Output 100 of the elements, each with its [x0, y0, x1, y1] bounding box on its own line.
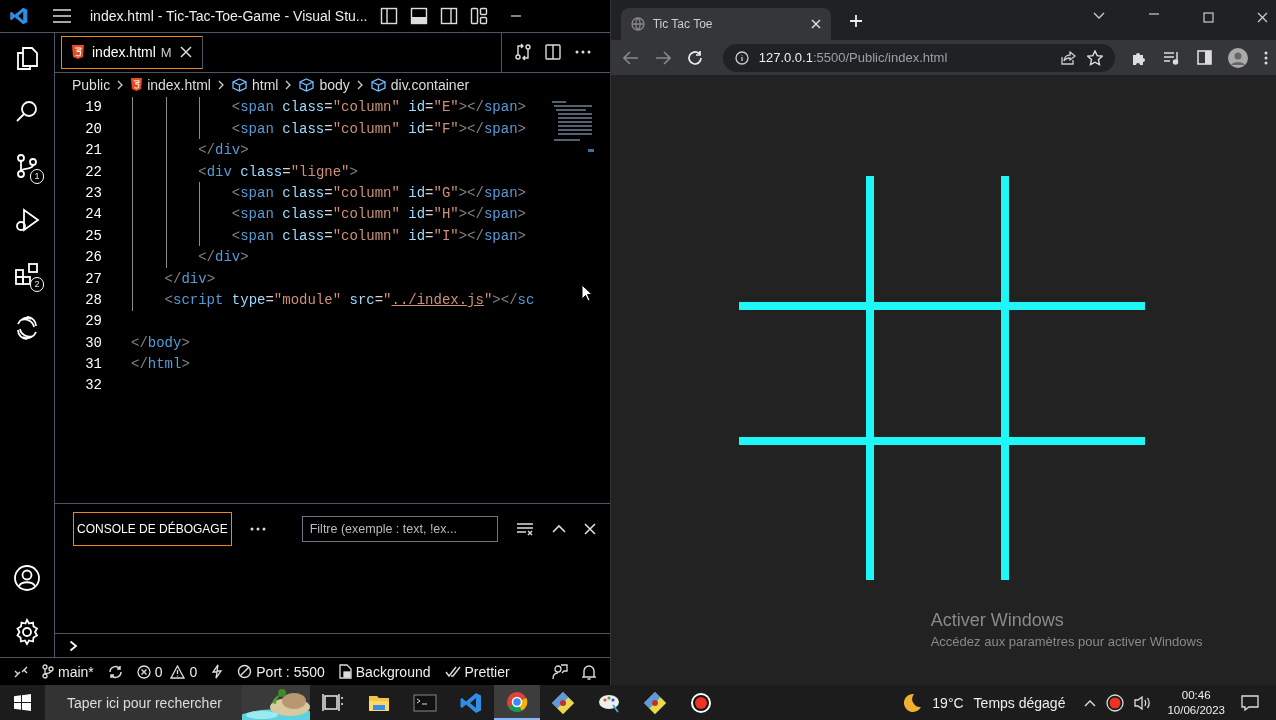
line-number: 23 — [84, 184, 102, 201]
blocks-icon[interactable] — [13, 260, 41, 288]
chrome-taskbar-button[interactable] — [494, 685, 540, 720]
side-panel-icon[interactable] — [1196, 50, 1212, 65]
breadcrumb-item[interactable]: index.html — [147, 76, 211, 93]
more-icon[interactable] — [249, 526, 266, 531]
blocked-icon — [237, 664, 253, 679]
minimize-icon[interactable] — [1147, 12, 1160, 16]
maximize-icon[interactable] — [1202, 12, 1214, 23]
clear-list-icon[interactable] — [515, 521, 534, 536]
record-icon[interactable] — [1106, 693, 1125, 712]
address-bar[interactable]: 127.0.0.1:5500/Public/index.html — [722, 43, 1115, 72]
code-line: <div class="ligne"> — [197, 163, 358, 180]
bolt-icon[interactable] — [211, 664, 224, 679]
clock-time[interactable]: 00:46 — [1181, 687, 1211, 703]
breadcrumb-item[interactable]: html — [251, 76, 279, 93]
count-badge: 1 — [30, 169, 44, 184]
problems-status[interactable]: 0 0 — [136, 663, 198, 680]
cube-icon — [299, 77, 315, 92]
html5-icon — [131, 78, 143, 92]
chevron-down-icon[interactable] — [1092, 12, 1105, 20]
search-field[interactable]: Taper ici pour rechercher — [45, 685, 310, 720]
grid-layout-icon[interactable] — [469, 7, 488, 25]
split-layout-icon[interactable] — [439, 7, 458, 25]
count-badge: 2 — [30, 277, 44, 292]
filter-field[interactable]: Filtre (exemple : text, !ex... — [301, 515, 498, 542]
chevron-icon — [356, 79, 364, 90]
code-line: <span class="column" id="E"></span> — [230, 99, 526, 116]
code-line: <span class="column" id="I"></span> — [230, 227, 526, 244]
browser-tab[interactable]: Tic Tac Toe — [620, 8, 831, 40]
breadcrumb-item[interactable]: div.container — [390, 76, 470, 93]
mouse-pointer-icon — [581, 283, 593, 302]
prompt-chevron-icon — [69, 639, 78, 652]
chevron-icon — [285, 79, 293, 90]
port-status[interactable]: Port : 5500 — [237, 663, 325, 680]
error-icon — [136, 664, 151, 679]
playlist-icon[interactable] — [1162, 50, 1181, 65]
branch-status[interactable]: main* — [42, 663, 94, 680]
info-icon[interactable] — [734, 50, 749, 65]
chevron-up-icon[interactable] — [1084, 698, 1097, 707]
temperature[interactable]: 19°C — [932, 694, 964, 711]
diamond-icon — [643, 690, 667, 715]
panel-layout-icon[interactable] — [409, 7, 428, 25]
account-icon[interactable] — [13, 564, 41, 592]
play-bug-icon[interactable] — [13, 206, 41, 234]
notification-icon[interactable] — [1241, 693, 1259, 712]
code-line: </div> — [163, 270, 216, 287]
close-icon[interactable] — [1256, 12, 1268, 23]
line-number: 22 — [84, 163, 102, 180]
sync-icon[interactable] — [107, 664, 123, 679]
breadcrumb-item[interactable]: Public — [72, 76, 111, 93]
panel-tab[interactable]: CONSOLE DE DÉBOGAGE — [73, 511, 232, 546]
browser-icon — [505, 689, 529, 714]
sidebar-layout-icon[interactable] — [379, 7, 398, 25]
weather-text[interactable]: Temps dégagé — [973, 694, 1066, 711]
editor-tab[interactable]: index.html M — [61, 36, 203, 69]
clock-date[interactable]: 10/06/2023 — [1167, 702, 1225, 718]
forward-icon[interactable] — [654, 50, 671, 65]
line-number: 28 — [84, 291, 102, 308]
close-icon[interactable] — [583, 522, 596, 535]
close-icon[interactable] — [810, 19, 821, 29]
feedback-icon[interactable] — [551, 663, 568, 680]
record-icon — [689, 690, 713, 715]
chevron-up-icon[interactable] — [551, 523, 566, 534]
more-icon[interactable] — [1263, 50, 1268, 65]
activation-text: Accédez aux paramètres pour activer Windows — [930, 634, 1203, 649]
compare-icon[interactable] — [513, 43, 532, 62]
star-icon[interactable] — [1086, 49, 1103, 66]
cube-icon — [231, 77, 247, 92]
bell-icon[interactable] — [581, 663, 596, 680]
line-number: 27 — [84, 270, 102, 287]
background-status[interactable]: Background — [338, 663, 431, 680]
start-icon[interactable] — [14, 694, 31, 711]
code-line: <span class="column" id="H"></span> — [230, 206, 526, 223]
close-icon[interactable] — [179, 46, 192, 59]
back-icon[interactable] — [622, 50, 639, 65]
window-title: index.html - Tic-Tac-Toe-Game - Visual Stu... — [90, 8, 368, 24]
reload-icon[interactable] — [686, 49, 703, 66]
line-number: 30 — [84, 334, 102, 351]
more-icon[interactable] — [573, 49, 592, 56]
new-tab-icon[interactable] — [848, 14, 863, 28]
code-line: </div> — [197, 142, 249, 159]
breadcrumb-item[interactable]: body — [319, 76, 350, 93]
warning-icon — [170, 664, 186, 679]
prettier-status[interactable]: Prettier — [444, 663, 510, 680]
line-number: 32 — [84, 377, 102, 394]
code-line: </div> — [197, 249, 249, 266]
speaker-icon[interactable] — [1134, 694, 1153, 711]
split-editor-icon[interactable] — [543, 43, 562, 62]
share-icon[interactable] — [1060, 50, 1077, 65]
avatar[interactable] — [1227, 47, 1248, 68]
document-icon — [338, 664, 352, 679]
line-number: 24 — [84, 206, 102, 223]
diamond-icon — [551, 690, 575, 715]
remote-icon[interactable] — [14, 664, 28, 679]
menu-icon[interactable] — [52, 8, 72, 24]
chevron-icon — [217, 79, 225, 90]
code-line: </body> — [131, 334, 190, 351]
settings-icon[interactable] — [13, 618, 41, 646]
line-number: 21 — [84, 142, 102, 159]
